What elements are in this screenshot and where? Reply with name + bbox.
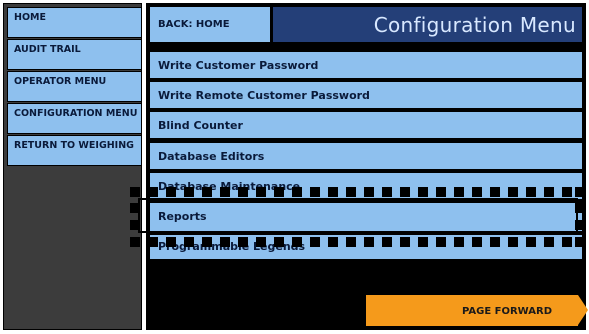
selection-dashes-bottom <box>130 237 585 247</box>
selection-frame <box>138 198 578 233</box>
sidebar-item-label: AUDIT TRAIL <box>14 44 81 55</box>
menu-item-write-customer-password[interactable]: Write Customer Password <box>149 51 583 79</box>
back-button-label: BACK: HOME <box>158 19 230 30</box>
selection-dashes-top <box>130 187 585 197</box>
menu-item-label: Write Customer Password <box>158 59 319 72</box>
page-forward-label: PAGE FORWARD <box>461 306 552 317</box>
menu-item-label: Database Editors <box>158 150 265 163</box>
sidebar-item-label: OPERATOR MENU <box>14 76 107 87</box>
sidebar-item-audit-trail[interactable]: AUDIT TRAIL <box>7 39 142 70</box>
sidebar: HOME AUDIT TRAIL OPERATOR MENU CONFIGURA… <box>3 3 142 330</box>
sidebar-item-label: CONFIGURATION MENU <box>14 108 138 119</box>
sidebar-item-home[interactable]: HOME <box>7 7 142 38</box>
sidebar-item-operator-menu[interactable]: OPERATOR MENU <box>7 71 142 102</box>
back-home-button[interactable]: BACK: HOME <box>149 6 271 43</box>
menu-item-write-remote-customer-password[interactable]: Write Remote Customer Password <box>149 81 583 109</box>
page-title: Configuration Menu <box>373 13 576 37</box>
menu-item-label: Write Remote Customer Password <box>158 89 370 102</box>
title-bar: Configuration Menu <box>272 6 583 43</box>
menu-item-database-editors[interactable]: Database Editors <box>149 142 583 170</box>
main-panel: BACK: HOME Configuration Menu Write Cust… <box>146 3 586 330</box>
sidebar-item-return-to-weighing[interactable]: RETURN TO WEIGHING <box>7 135 142 166</box>
menu-item-blind-counter[interactable]: Blind Counter <box>149 111 583 139</box>
sidebar-item-label: HOME <box>14 12 46 23</box>
menu-item-label: Blind Counter <box>158 119 243 132</box>
page-forward-button[interactable]: PAGE FORWARD <box>366 295 588 326</box>
sidebar-item-configuration-menu[interactable]: CONFIGURATION MENU <box>7 103 142 134</box>
sidebar-item-label: RETURN TO WEIGHING <box>14 140 134 151</box>
